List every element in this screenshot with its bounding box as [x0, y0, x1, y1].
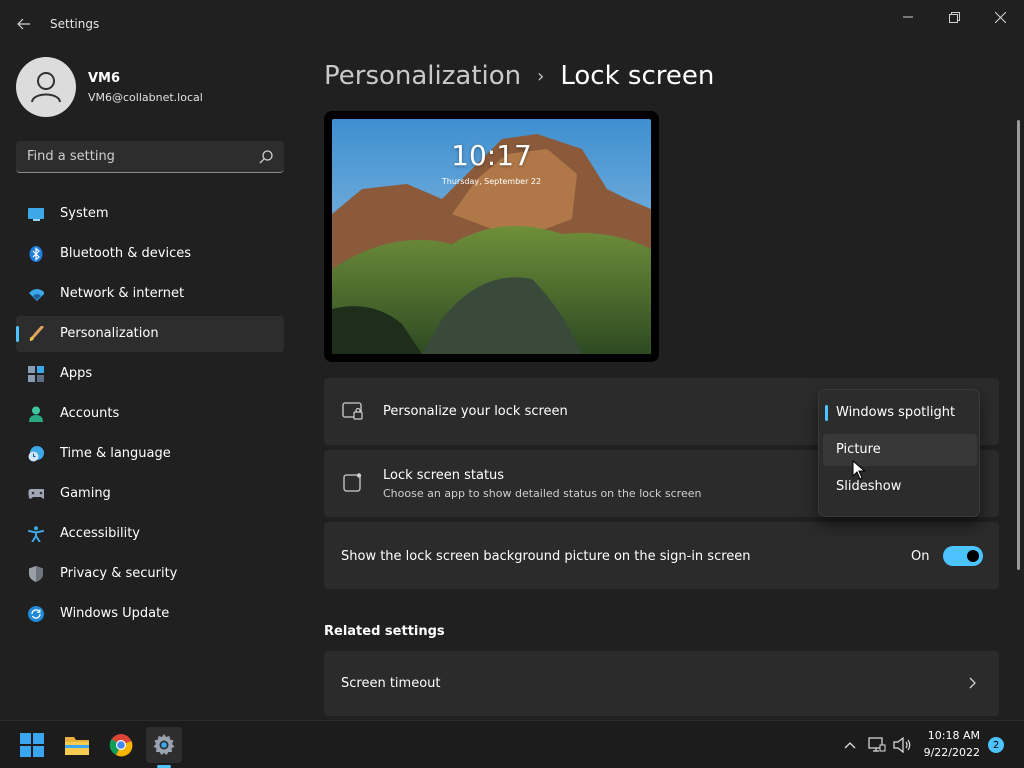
sidebar-item-accessibility[interactable]: Accessibility: [16, 516, 284, 552]
sidebar-item-label: Network & internet: [60, 286, 185, 301]
sidebar-item-label: Accessibility: [60, 526, 140, 541]
volume-tray-button[interactable]: [892, 735, 912, 755]
lock-screen-date: Thursday, September 22: [441, 177, 542, 186]
preview-image: 10:17 Thursday, September 22: [332, 119, 651, 354]
paintbrush-icon: [28, 326, 44, 342]
sidebar-nav: System Bluetooth & devices Network & int…: [16, 196, 284, 636]
breadcrumb: Personalization › Lock screen: [324, 58, 714, 94]
screen-timeout-card[interactable]: Screen timeout: [324, 651, 999, 716]
sidebar-item-label: Windows Update: [60, 606, 170, 621]
related-settings-heading: Related settings: [324, 624, 445, 639]
sidebar-item-time-language[interactable]: Time & language: [16, 436, 284, 472]
sidebar-item-personalization[interactable]: Personalization: [16, 316, 284, 352]
taskbar-date[interactable]: 9/22/2022: [910, 746, 980, 759]
file-explorer-icon: [65, 737, 89, 755]
wifi-icon: [28, 286, 44, 302]
back-button[interactable]: [14, 14, 34, 34]
close-button[interactable]: [980, 6, 1020, 28]
sidebar-item-accounts[interactable]: Accounts: [16, 396, 284, 432]
option-label: Windows spotlight: [836, 405, 956, 420]
gamepad-icon: [28, 486, 44, 502]
search-input[interactable]: [16, 141, 256, 172]
shield-icon: [28, 566, 44, 582]
sidebar-item-system[interactable]: System: [16, 196, 284, 232]
person-icon: [28, 406, 44, 422]
apps-icon: [28, 366, 44, 382]
signin-background-toggle[interactable]: [943, 546, 983, 566]
signin-title: Show the lock screen background picture …: [341, 549, 751, 564]
settings-icon: [153, 734, 175, 755]
search-icon[interactable]: [258, 149, 274, 165]
breadcrumb-parent[interactable]: Personalization: [324, 61, 521, 91]
chevron-right-icon: [969, 677, 976, 689]
option-picture[interactable]: Picture: [823, 434, 977, 466]
accessibility-icon: [28, 526, 44, 542]
status-widget-icon: [343, 473, 362, 492]
sidebar-item-label: Privacy & security: [60, 566, 178, 581]
network-icon: [868, 737, 886, 752]
settings-taskbar-button[interactable]: [146, 727, 182, 763]
sidebar-item-label: Bluetooth & devices: [60, 246, 191, 261]
search-box[interactable]: [16, 141, 284, 173]
minimize-button[interactable]: [888, 6, 928, 28]
notification-badge[interactable]: 2: [988, 737, 1004, 753]
sidebar-item-bluetooth[interactable]: Bluetooth & devices: [16, 236, 284, 272]
update-icon: [28, 606, 44, 622]
system-icon: [28, 206, 44, 222]
status-title: Lock screen status: [383, 468, 505, 483]
start-button[interactable]: [14, 727, 50, 763]
file-explorer-button[interactable]: [59, 727, 95, 763]
back-arrow-icon: [17, 18, 30, 30]
signin-background-card: Show the lock screen background picture …: [324, 522, 999, 589]
option-windows-spotlight[interactable]: Windows spotlight: [823, 397, 977, 429]
close-icon: [994, 11, 1006, 23]
sidebar-item-network[interactable]: Network & internet: [16, 276, 284, 312]
personalize-title: Personalize your lock screen: [383, 404, 568, 419]
show-hidden-icons-button[interactable]: [840, 735, 860, 755]
sidebar-item-privacy[interactable]: Privacy & security: [16, 556, 284, 592]
option-label: Picture: [836, 442, 881, 457]
avatar[interactable]: [16, 57, 76, 117]
mouse-cursor-icon: [852, 460, 866, 480]
title-bar: Settings: [0, 0, 1024, 48]
user-icon: [31, 72, 61, 103]
lock-screen-preview: 10:17 Thursday, September 22: [324, 111, 659, 362]
taskbar-time[interactable]: 10:18 AM: [910, 729, 980, 742]
option-slideshow[interactable]: Slideshow: [823, 471, 977, 503]
sidebar-item-label: Gaming: [60, 486, 111, 501]
sidebar-item-label: Accounts: [60, 406, 120, 421]
globe-clock-icon: [28, 446, 44, 462]
sidebar-item-label: System: [60, 206, 109, 221]
sidebar-item-gaming[interactable]: Gaming: [16, 476, 284, 512]
scrollbar[interactable]: [1017, 120, 1020, 570]
lock-screen-time: 10:17: [451, 139, 532, 172]
sidebar-item-label: Apps: [60, 366, 93, 381]
status-description: Choose an app to show detailed status on…: [383, 487, 702, 500]
page-title: Lock screen: [560, 61, 715, 91]
chevron-up-icon: [844, 742, 856, 749]
speaker-icon: [893, 737, 911, 753]
toggle-state-label: On: [911, 549, 930, 564]
user-name: VM6: [88, 71, 121, 86]
chevron-right-icon: ›: [537, 65, 545, 87]
bluetooth-icon: [28, 246, 44, 262]
user-email: VM6@collabnet.local: [88, 91, 203, 104]
minimize-icon: [903, 16, 913, 18]
sidebar-item-apps[interactable]: Apps: [16, 356, 284, 392]
restore-icon: [948, 11, 960, 23]
taskbar: 10:18 AM 9/22/2022 2: [0, 720, 1024, 768]
network-tray-button[interactable]: [867, 735, 887, 755]
restore-button[interactable]: [934, 6, 974, 28]
lock-screen-dropdown-menu: Windows spotlight Picture Slideshow: [818, 389, 980, 517]
sidebar-item-label: Time & language: [60, 446, 171, 461]
sidebar-item-label: Personalization: [60, 326, 159, 341]
chrome-button[interactable]: [103, 727, 139, 763]
window-title: Settings: [50, 17, 100, 31]
lock-screen-icon: [342, 402, 363, 420]
start-icon: [20, 733, 44, 757]
sidebar-item-windows-update[interactable]: Windows Update: [16, 596, 284, 632]
screen-timeout-label: Screen timeout: [341, 676, 441, 691]
option-label: Slideshow: [836, 479, 902, 494]
chrome-icon: [109, 734, 133, 757]
